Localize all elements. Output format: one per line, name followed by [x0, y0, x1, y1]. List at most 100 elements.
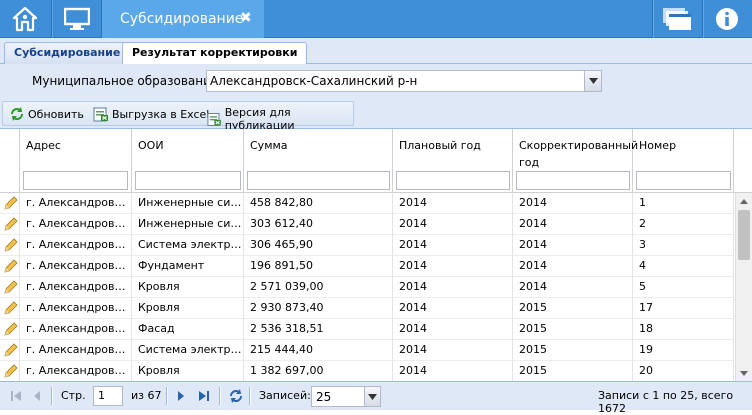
edit-button[interactable] — [0, 340, 20, 361]
cell-ooi: Кровля — [132, 361, 244, 381]
filter-plan-year-input[interactable] — [396, 171, 510, 190]
pencil-icon — [4, 343, 18, 357]
cell-adjusted-year: 2014 — [513, 193, 633, 214]
cell-ooi: Система электро… — [132, 235, 244, 256]
pencil-icon — [4, 238, 18, 252]
edit-button[interactable] — [0, 277, 20, 298]
cell-ooi: Фундамент — [132, 256, 244, 277]
export-excel-button[interactable]: Выгрузка в Excel — [93, 106, 209, 122]
data-grid: Адрес ООИ Сумма Плановый год Скорректиро… — [0, 129, 752, 381]
desktop-button[interactable] — [54, 0, 100, 38]
edit-button[interactable] — [0, 298, 20, 319]
cell-plan-year: 2014 — [393, 214, 513, 235]
column-header-sum[interactable]: Сумма — [244, 129, 393, 193]
refresh-icon[interactable] — [228, 388, 244, 404]
filter-number-input[interactable] — [636, 171, 731, 190]
windows-button[interactable] — [654, 0, 700, 38]
refresh-label: Обновить — [28, 107, 84, 121]
cell-adjusted-year: 2014 — [513, 256, 633, 277]
excel-icon — [207, 113, 221, 126]
tab-correction-result[interactable]: Результат корректировки — [122, 42, 308, 65]
scroll-up-icon[interactable] — [736, 193, 752, 209]
scroll-thumb[interactable] — [738, 210, 750, 260]
records-per-page-select[interactable]: 25 — [311, 386, 381, 407]
export-label: Выгрузка в Excel — [112, 107, 210, 121]
cell-address: г. Александровс… — [20, 298, 132, 319]
cell-plan-year: 2014 — [393, 193, 513, 214]
column-header-plan-year[interactable]: Плановый год — [393, 129, 513, 193]
top-bar: Субсидирование ✖ — [0, 0, 752, 38]
cell-plan-year: 2014 — [393, 235, 513, 256]
next-page-icon[interactable] — [176, 390, 186, 402]
edit-button[interactable] — [0, 256, 20, 277]
municipality-select[interactable]: Александровск-Сахалинский р-н — [206, 70, 602, 92]
chevron-down-icon[interactable] — [364, 387, 380, 406]
cell-sum: 306 465,90 — [244, 235, 393, 256]
column-header-number[interactable]: Номер — [633, 129, 734, 193]
edit-button[interactable] — [0, 214, 20, 235]
table-row[interactable]: г. Александровс… Кровля 2 571 039,00 2014 20… — [0, 277, 734, 298]
cell-address: г. Александровс… — [20, 256, 132, 277]
table-row[interactable]: г. Александровс… Инженерные сис… 458 842,8… — [0, 193, 734, 214]
tab-title: Субсидирование — [120, 11, 244, 27]
column-header-address[interactable]: Адрес — [20, 129, 132, 193]
edit-button[interactable] — [0, 193, 20, 214]
chevron-down-icon[interactable] — [584, 71, 601, 91]
sub-tab-strip: Субсидирование Результат корректировки — [0, 38, 752, 65]
divider — [51, 387, 52, 405]
table-row[interactable]: г. Александровс… Система электро… 306 465,… — [0, 235, 734, 256]
info-button[interactable] — [704, 0, 750, 38]
table-row[interactable]: г. Александровс… Кровля 2 930 873,40 2014 20… — [0, 298, 734, 319]
cell-number: 20 — [633, 361, 734, 381]
cell-plan-year: 2014 — [393, 340, 513, 361]
edit-button[interactable] — [0, 361, 20, 381]
prev-page-icon[interactable] — [32, 390, 42, 402]
cell-adjusted-year: 2015 — [513, 319, 633, 340]
cell-sum: 215 444,40 — [244, 340, 393, 361]
filter-address-input[interactable] — [23, 171, 128, 190]
table-row[interactable]: г. Александровс… Система электро… 215 444,… — [0, 340, 734, 361]
cell-number: 3 — [633, 235, 734, 256]
tab-subsidies[interactable]: Субсидирование ✖ — [102, 0, 264, 38]
cell-address: г. Александровс… — [20, 214, 132, 235]
filter-sum-input[interactable] — [247, 171, 390, 190]
cell-ooi: Система электро… — [132, 340, 244, 361]
divider — [249, 387, 250, 405]
table-row[interactable]: г. Александровс… Инженерные сис… 303 612,4… — [0, 214, 734, 235]
cell-adjusted-year: 2015 — [513, 340, 633, 361]
divider — [219, 387, 220, 405]
grid-body: г. Александровс… Инженерные сис… 458 842,8… — [0, 193, 734, 381]
tab-subsidies-list[interactable]: Субсидирование — [4, 42, 131, 64]
toolbar: Обновить Выгрузка в Excel Версия для пуб… — [0, 99, 752, 132]
home-icon — [12, 6, 38, 32]
refresh-button[interactable]: Обновить — [9, 106, 84, 122]
cell-address: г. Александровс… — [20, 319, 132, 340]
column-header-adjusted-year[interactable]: Скорректированный год — [513, 129, 638, 193]
divider — [51, 0, 52, 38]
close-icon[interactable]: ✖ — [240, 10, 252, 26]
refresh-icon — [11, 107, 23, 121]
cell-ooi: Кровля — [132, 277, 244, 298]
first-page-icon[interactable] — [10, 390, 22, 402]
vertical-scrollbar[interactable] — [735, 193, 752, 381]
cell-plan-year: 2014 — [393, 298, 513, 319]
last-page-icon[interactable] — [198, 390, 210, 402]
info-icon — [716, 8, 738, 30]
filter-ooi-input[interactable] — [135, 171, 241, 190]
cell-sum: 2 571 039,00 — [244, 277, 393, 298]
page-number-input[interactable]: 1 — [93, 386, 123, 406]
home-button[interactable] — [2, 0, 48, 38]
filter-adjusted-year-input[interactable] — [516, 171, 630, 190]
cell-adjusted-year: 2014 — [513, 214, 633, 235]
column-header-ooi[interactable]: ООИ — [132, 129, 244, 193]
edit-button[interactable] — [0, 319, 20, 340]
cell-number: 1 — [633, 193, 734, 214]
table-row[interactable]: г. Александровс… Фундамент 196 891,50 2014 2… — [0, 256, 734, 277]
edit-button[interactable] — [0, 235, 20, 256]
table-row[interactable]: г. Александровс… Фасад 2 536 318,51 2014 201… — [0, 319, 734, 340]
scroll-down-icon[interactable] — [736, 365, 752, 381]
cell-ooi: Инженерные сис… — [132, 193, 244, 214]
cell-ooi: Кровля — [132, 298, 244, 319]
toolbar-group: Обновить Выгрузка в Excel Версия для пуб… — [2, 101, 354, 132]
table-row[interactable]: г. Александровс… Кровля 1 382 697,00 2014 20… — [0, 361, 734, 381]
